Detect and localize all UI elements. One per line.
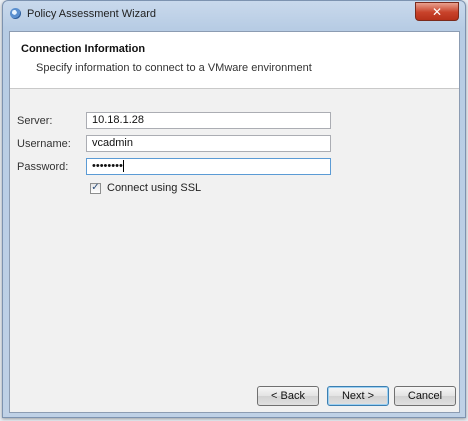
password-label: Password: xyxy=(17,161,69,173)
username-value: vcadmin xyxy=(92,137,133,149)
ssl-checkbox-label[interactable]: Connect using SSL xyxy=(107,182,201,194)
next-button[interactable]: Next > xyxy=(327,386,389,406)
ssl-option[interactable]: ✓ Connect using SSL xyxy=(90,182,201,194)
ssl-checkbox[interactable]: ✓ xyxy=(90,182,101,194)
username-label: Username: xyxy=(17,138,71,150)
close-icon: ✕ xyxy=(431,4,443,19)
page-subtitle: Specify information to connect to a VMwa… xyxy=(36,62,312,74)
cancel-button[interactable]: Cancel xyxy=(394,386,456,406)
checkmark-icon: ✓ xyxy=(91,182,100,193)
password-value: •••••••• xyxy=(92,160,123,172)
wizard-content: Connection Information Specify informati… xyxy=(9,31,460,413)
server-field[interactable]: 10.18.1.28 xyxy=(86,112,331,129)
server-label: Server: xyxy=(17,115,53,127)
wizard-icon xyxy=(10,8,21,19)
back-button[interactable]: < Back xyxy=(257,386,319,406)
wizard-header: Connection Information Specify informati… xyxy=(10,32,459,89)
page-title: Connection Information xyxy=(21,43,146,55)
close-button[interactable]: ✕ xyxy=(415,2,459,21)
window-title: Policy Assessment Wizard xyxy=(27,8,156,20)
password-field[interactable]: •••••••• xyxy=(86,158,331,175)
server-value: 10.18.1.28 xyxy=(92,114,144,126)
wizard-window: Policy Assessment Wizard ✕ Connection In… xyxy=(2,0,466,418)
username-field[interactable]: vcadmin xyxy=(86,135,331,152)
text-caret xyxy=(122,160,124,173)
title-bar[interactable]: Policy Assessment Wizard ✕ xyxy=(3,1,465,27)
